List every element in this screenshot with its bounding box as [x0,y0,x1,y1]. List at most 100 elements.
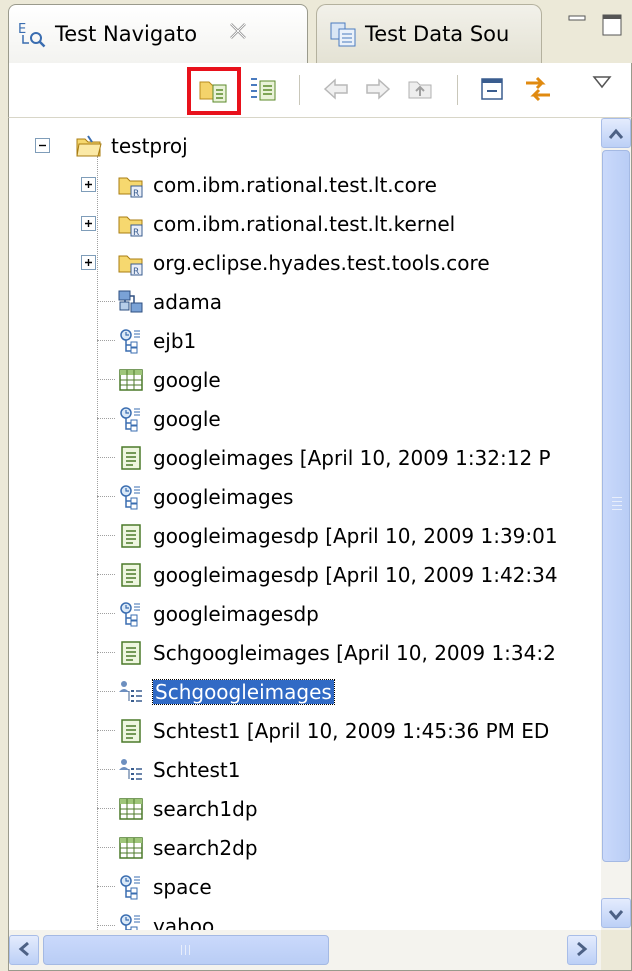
tree-item-label: googleimages [153,484,294,509]
grip-line [185,945,186,955]
test-data-source-icon [327,18,359,50]
collapse-toggle-icon[interactable] [35,138,50,153]
link-arrows-icon [522,73,554,110]
forward-button[interactable] [359,72,397,110]
tree-item[interactable]: google [117,399,221,438]
new-test-element-variant-button[interactable] [245,72,283,110]
scroll-down-button[interactable] [601,898,631,928]
tree-item[interactable]: googleimagesdp [April 10, 2009 1:42:34 [117,555,558,594]
tree-item-label: google [153,367,221,392]
datapool-icon [117,834,145,862]
test-log-icon [117,561,145,589]
tree-item[interactable]: adama [117,282,222,321]
tree-item[interactable]: ejb1 [117,321,196,360]
tree-item[interactable]: Schgoogleimages [117,672,335,711]
tree-item[interactable]: search1dp [117,789,258,828]
tree-item-label: Schtest1 [April 10, 2009 1:45:36 PM ED [153,718,550,743]
tree-item[interactable]: Schgoogleimages [April 10, 2009 1:34:2 [117,633,556,672]
tree-item[interactable]: Schtest1 [117,750,241,789]
tree-item[interactable]: Rorg.eclipse.hyades.test.tools.core [117,243,490,282]
tree-item-label: adama [153,289,222,314]
horizontal-scrollbar[interactable] [9,930,601,970]
close-tab-icon[interactable] [227,20,249,48]
tree-guide-line [97,730,115,731]
test-log-icon [117,717,145,745]
tree-item[interactable]: Schtest1 [April 10, 2009 1:45:36 PM ED [117,711,549,750]
test-navigator-icon: E [17,18,49,50]
minimize-view-icon[interactable] [566,10,588,38]
tree-item-label: org.eclipse.hyades.test.tools.core [153,250,490,275]
tree-guide-line [97,379,115,380]
tree-guide-line [97,574,115,575]
horizontal-scroll-thumb[interactable] [43,935,329,965]
test-log-icon [117,444,145,472]
svg-text:E: E [18,22,26,37]
schedule-icon [117,756,145,784]
up-folder-icon [405,74,435,109]
expand-toggle-icon[interactable] [81,255,96,270]
tab-label: Test Data Sou [365,22,510,46]
tree-item-label: googleimagesdp [April 10, 2009 1:39:01 [153,523,558,548]
link-with-editor-button[interactable] [519,72,557,110]
tree-guide-line [97,418,115,419]
tree-item-label: search2dp [153,835,258,860]
collapse-all-button[interactable] [473,72,511,110]
back-button[interactable] [317,72,355,110]
new-test-element-button[interactable] [195,72,233,110]
tree-item-label: Schtest1 [153,757,241,782]
tree-item-label: com.ibm.rational.test.lt.kernel [153,211,456,236]
chevron-left-icon [18,938,30,962]
tree-item[interactable]: search2dp [117,828,258,867]
scroll-right-button[interactable] [567,935,597,965]
tree-guide-line [97,496,115,497]
scroll-up-button[interactable] [601,118,631,148]
tab-label: Test Navigato [55,22,198,46]
arrow-right-icon [363,74,393,109]
up-button[interactable] [401,72,439,110]
vertical-scrollbar[interactable] [601,118,631,930]
tree-item-label: testproj [111,133,188,158]
tree-item[interactable]: Rcom.ibm.rational.test.lt.core [117,165,437,204]
tab-test-navigator[interactable]: E Test Navigato [8,4,308,63]
test-navigator-tree: testproj Rcom.ibm.rational.test.lt.core Rc… [8,117,632,971]
tree-item[interactable]: yahoo [117,906,214,930]
expand-toggle-icon[interactable] [81,177,96,192]
schedule-icon [117,678,145,706]
chevron-down-icon [608,901,624,925]
tree-viewport[interactable]: testproj Rcom.ibm.rational.test.lt.core Rc… [9,118,601,930]
grip-line [612,497,622,498]
tree-item[interactable]: googleimagesdp [April 10, 2009 1:39:01 [117,516,558,555]
toolbar-separator [457,75,458,105]
datapool-icon [117,795,145,823]
test-suite-icon [117,912,145,930]
tab-test-data-sources[interactable]: Test Data Sou [316,4,542,63]
package-folder-icon: R [117,171,145,199]
maximize-view-icon[interactable] [600,10,622,38]
tree-item[interactable]: space [117,867,212,906]
tree-item[interactable]: googleimagesdp [117,594,319,633]
datapool-icon [117,366,145,394]
view-tab-bar: E Test Navigato Test Data Sou [0,0,632,63]
expand-toggle-icon[interactable] [81,216,96,231]
tree-item-label: search1dp [153,796,258,821]
tree-item[interactable]: Rcom.ibm.rational.test.lt.kernel [117,204,455,243]
tree-guide-line [97,652,115,653]
svg-text:R: R [133,189,139,199]
vertical-scroll-thumb[interactable] [602,150,630,862]
view-menu-button[interactable] [583,65,621,103]
tree-guide-line [97,886,115,887]
tree-guide-line [97,847,115,848]
scroll-left-button[interactable] [9,935,39,965]
tree-item[interactable]: testproj [75,126,188,165]
tree-item[interactable]: google [117,360,221,399]
test-log-icon [117,639,145,667]
svg-text:R: R [133,228,139,238]
tree-item[interactable]: googleimages [117,477,293,516]
package-folder-icon: R [117,210,145,238]
tree-item-label: googleimagesdp [April 10, 2009 1:42:34 [153,562,558,587]
tree-guide-line [97,613,115,614]
tree-guide-line [97,535,115,536]
tree-item[interactable]: googleimages [April 10, 2009 1:32:12 P [117,438,551,477]
tree-guide-line [97,769,115,770]
test-suite-icon [117,600,145,628]
